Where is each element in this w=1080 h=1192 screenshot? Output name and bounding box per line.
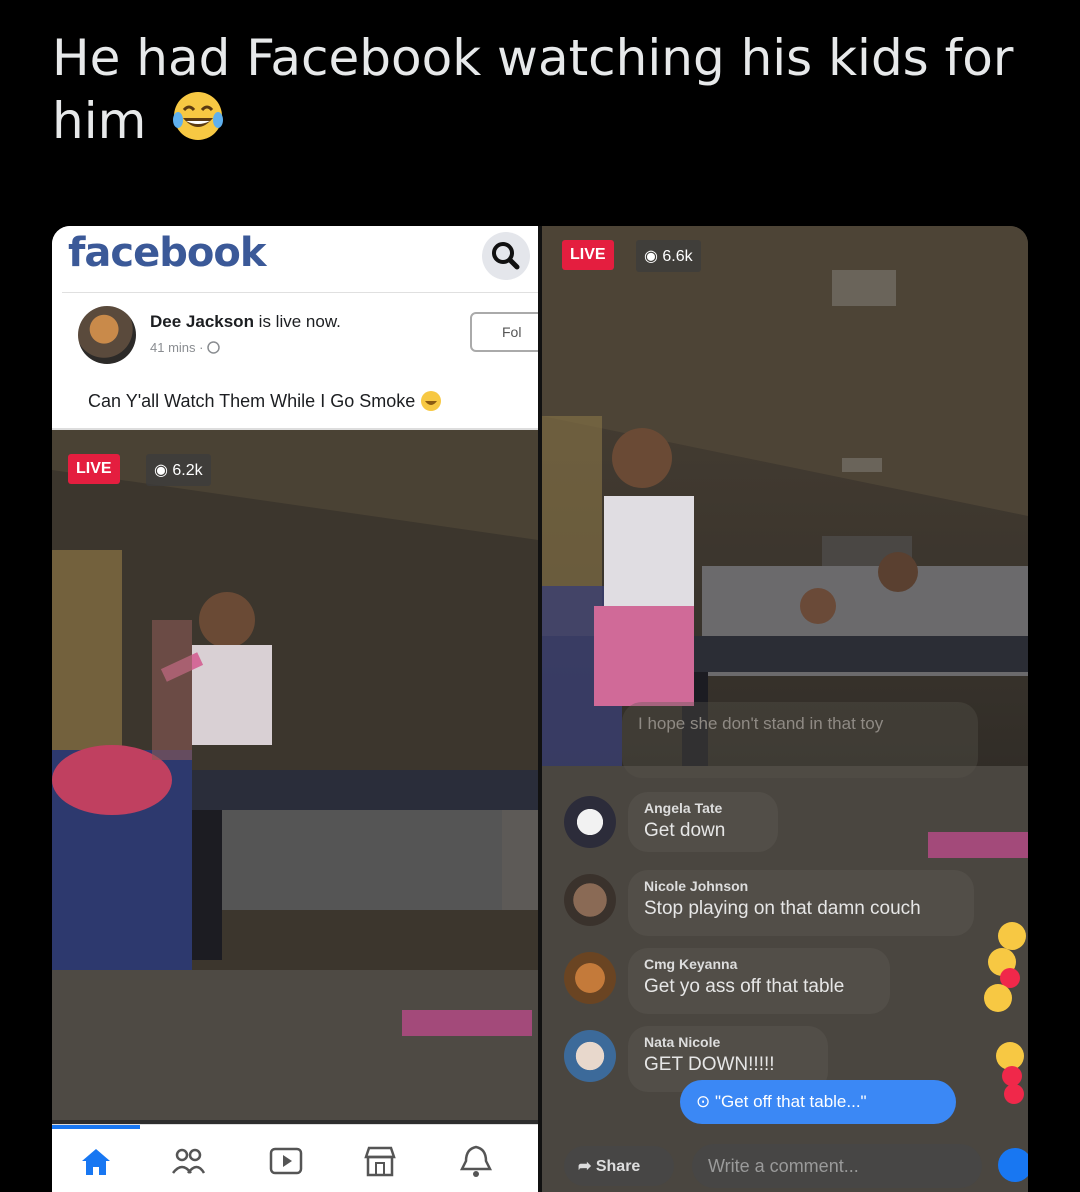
check-circle-icon: ⊙	[696, 1092, 715, 1111]
search-button[interactable]	[482, 232, 530, 280]
home-icon[interactable]	[76, 1143, 116, 1179]
comment-bubble: Cmg Keyanna Get yo ass off that table	[628, 948, 890, 1014]
quick-reply-text: "Get off that table..."	[714, 1092, 867, 1111]
quick-reply-button[interactable]: ⊙ "Get off that table..."	[680, 1080, 956, 1124]
notifications-icon[interactable]	[456, 1143, 496, 1179]
screenshot-collage: facebook Dee Jackson is live now. 41 min…	[52, 226, 1028, 1192]
eye-icon: ◉	[154, 462, 173, 479]
post-caption: Can Y'all Watch Them While I Go Smoke	[88, 390, 442, 412]
comment-placeholder: Write a comment...	[708, 1156, 859, 1176]
caption-text: Can Y'all Watch Them While I Go Smoke	[88, 391, 416, 411]
search-icon	[492, 242, 520, 270]
follow-label: Fol	[502, 324, 522, 340]
friends-icon[interactable]	[168, 1143, 208, 1179]
active-tab-indicator	[52, 1125, 140, 1129]
comment-text: GET DOWN!!!!!	[644, 1054, 775, 1075]
viewer-count-value: 6.6k	[662, 248, 693, 265]
avatar[interactable]	[564, 874, 616, 926]
bottom-navigation	[52, 1124, 538, 1192]
commenter-name[interactable]: Nicole Johnson	[644, 878, 958, 894]
facebook-logo[interactable]: facebook	[68, 230, 266, 276]
live-badge: LIVE	[68, 454, 120, 484]
viewer-count-value: 6.2k	[172, 462, 203, 479]
living-room-scene	[52, 430, 538, 1124]
post-time: 41 mins ·	[150, 340, 208, 355]
partial-comment: I hope she don't stand in that toy	[622, 702, 978, 778]
tweet-text: He had Facebook watching his kids for hi…	[52, 28, 1052, 151]
live-badge: LIVE	[562, 240, 614, 270]
share-arrow-icon: ➦	[578, 1158, 596, 1175]
comment-text: Get down	[644, 820, 726, 841]
share-button[interactable]: ➦ Share	[564, 1146, 674, 1186]
live-post: Dee Jackson is live now. 41 mins · Fol C…	[52, 286, 550, 430]
partial-comment-text: I hope she don't stand in that toy	[638, 714, 884, 733]
comment-bubble: Nicole Johnson Stop playing on that damn…	[628, 870, 974, 936]
live-video-right[interactable]: LIVE ◉ 6.6k I hope she don't stand in th…	[542, 226, 1028, 1192]
eye-icon: ◉	[644, 248, 663, 265]
live-status: is live now.	[253, 312, 341, 331]
floating-reactions	[984, 922, 1026, 1104]
comment-bubble: Angela Tate Get down	[628, 792, 778, 852]
like-button[interactable]	[998, 1148, 1028, 1182]
app-header: facebook	[52, 226, 538, 286]
comment-text: Stop playing on that damn couch	[644, 898, 921, 919]
post-author-line: Dee Jackson is live now.	[150, 312, 341, 332]
commenter-name[interactable]: Nata Nicole	[644, 1034, 812, 1050]
viewer-count: ◉ 6.2k	[146, 454, 211, 486]
avatar[interactable]	[564, 952, 616, 1004]
post-author[interactable]: Dee Jackson	[150, 312, 254, 331]
globe-icon	[207, 341, 220, 354]
facebook-feed-screen: facebook Dee Jackson is live now. 41 min…	[52, 226, 550, 1192]
smiling-emoji-icon	[421, 391, 442, 411]
post-timestamp: 41 mins ·	[150, 340, 220, 355]
live-video-left[interactable]: LIVE ◉ 6.2k	[52, 430, 538, 1124]
watch-icon[interactable]	[266, 1143, 306, 1179]
viewer-count: ◉ 6.6k	[636, 240, 701, 272]
comment-input[interactable]: Write a comment...	[692, 1144, 982, 1188]
avatar[interactable]	[564, 796, 616, 848]
commenter-name[interactable]: Angela Tate	[644, 800, 762, 816]
avatar[interactable]	[78, 306, 136, 364]
laughing-emoji-icon	[173, 92, 224, 140]
comment-text: Get yo ass off that table	[644, 976, 845, 997]
share-label: Share	[595, 1158, 641, 1175]
avatar[interactable]	[564, 1030, 616, 1082]
marketplace-icon[interactable]	[360, 1143, 400, 1179]
commenter-name[interactable]: Cmg Keyanna	[644, 956, 874, 972]
